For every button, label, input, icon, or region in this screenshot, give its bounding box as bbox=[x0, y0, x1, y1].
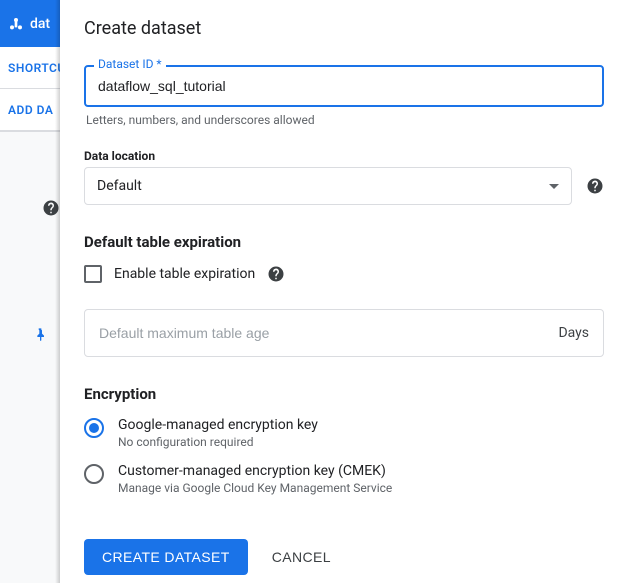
create-dataset-panel: Create dataset Dataset ID * Letters, num… bbox=[60, 0, 628, 583]
app-header: dat bbox=[0, 0, 60, 47]
encryption-heading: Encryption bbox=[84, 385, 604, 403]
enable-expiration-label: Enable table expiration bbox=[114, 266, 255, 282]
radio-icon-selected bbox=[84, 418, 104, 438]
max-table-age-field: Days bbox=[84, 309, 604, 357]
action-bar: CREATE DATASET CANCEL bbox=[84, 539, 604, 575]
dataset-id-hint: Letters, numbers, and underscores allowe… bbox=[86, 113, 602, 127]
encryption-cmek-radio[interactable]: Customer-managed encryption key (CMEK) M… bbox=[84, 463, 604, 495]
dataset-id-field: Dataset ID * bbox=[84, 65, 604, 107]
brand-text: dat bbox=[30, 16, 50, 32]
encryption-option-title: Google-managed encryption key bbox=[118, 417, 318, 433]
expiration-heading: Default table expiration bbox=[84, 233, 604, 251]
help-icon[interactable] bbox=[267, 265, 285, 283]
max-table-age-input[interactable] bbox=[99, 325, 558, 341]
enable-expiration-checkbox[interactable] bbox=[84, 265, 102, 283]
pin-icon[interactable] bbox=[32, 327, 48, 343]
create-dataset-button[interactable]: CREATE DATASET bbox=[84, 539, 248, 575]
sidebar-tab-add-data[interactable]: ADD DA bbox=[0, 89, 60, 131]
dataset-id-input[interactable] bbox=[84, 65, 604, 107]
background-app: dat SHORTCU ADD DA Create dataset Datase… bbox=[0, 0, 628, 583]
dataset-id-label: Dataset ID * bbox=[94, 57, 166, 71]
encryption-google-managed-radio[interactable]: Google-managed encryption key No configu… bbox=[84, 417, 604, 449]
chevron-down-icon bbox=[549, 184, 559, 189]
data-location-value: Default bbox=[97, 178, 142, 194]
max-table-age-suffix: Days bbox=[558, 325, 589, 341]
cancel-button[interactable]: CANCEL bbox=[272, 549, 331, 565]
encryption-option-sub: Manage via Google Cloud Key Management S… bbox=[118, 481, 392, 495]
sidebar: SHORTCU ADD DA bbox=[0, 47, 60, 583]
sidebar-tab-shortcuts[interactable]: SHORTCU bbox=[0, 47, 60, 89]
encryption-option-title: Customer-managed encryption key (CMEK) bbox=[118, 463, 392, 479]
data-location-select[interactable]: Default bbox=[84, 167, 572, 205]
encryption-option-sub: No configuration required bbox=[118, 435, 318, 449]
bigquery-logo-icon bbox=[8, 16, 24, 32]
help-icon[interactable] bbox=[586, 177, 604, 195]
panel-title: Create dataset bbox=[60, 0, 628, 53]
radio-icon-unselected bbox=[84, 464, 104, 484]
data-location-label: Data location bbox=[84, 149, 604, 163]
